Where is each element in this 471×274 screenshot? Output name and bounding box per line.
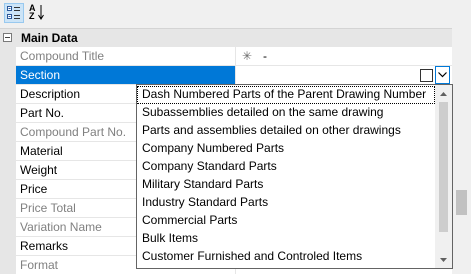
dropdown-button[interactable] [435,66,450,84]
collapse-icon[interactable] [3,33,12,42]
category-main-data[interactable]: Main Data [0,29,452,47]
chevron-up-icon [440,91,447,96]
dropdown-option[interactable]: Dash Numbered Parts of the Parent Drawin… [137,86,435,104]
scroll-down-arrow[interactable] [435,251,452,268]
sort-letter-z: Z [29,11,35,21]
scroll-up-arrow[interactable] [435,85,452,102]
dropdown-option[interactable]: Subassemblies detailed on the same drawi… [137,104,435,122]
chevron-down-icon [440,257,447,262]
dropdown-option[interactable]: Bulk Items [137,230,435,248]
dropdown-scrollbar[interactable] [435,85,452,268]
section-dropdown-list[interactable]: Dash Numbered Parts of the Parent Drawin… [136,84,453,269]
color-swatch [420,69,433,82]
chevron-down-icon [438,72,447,78]
alphabetical-sort-button[interactable]: A Z [27,3,47,23]
category-label: Main Data [21,31,78,45]
categorized-view-button[interactable] [4,3,24,23]
sort-alphabetical-icon: A Z [29,3,45,22]
property-row-compound-title[interactable]: Compound Title ✳ - [0,47,452,66]
dropdown-option[interactable]: Company Numbered Parts [137,140,435,158]
asterisk-icon: ✳ [242,49,253,63]
property-name: Compound Title [16,47,236,66]
property-value: ✳ - [236,47,452,66]
dropdown-option[interactable]: Military Standard Parts [137,176,435,194]
dropdown-option[interactable]: Industry Standard Parts [137,194,435,212]
grid-scrollbar[interactable] [452,28,471,274]
dropdown-option[interactable]: Parts and assemblies detailed on other d… [137,122,435,140]
grid-scrollbar-thumb[interactable] [456,190,467,215]
dropdown-option[interactable]: Customer Furnished and Controled Items [137,248,435,266]
dropdown-option[interactable]: Commercial Parts [137,212,435,230]
categorized-view-icon [7,6,21,20]
property-toolbar: A Z [0,0,471,28]
property-row-section[interactable]: Section [0,66,452,85]
property-name: Section [16,66,236,85]
property-value-text: - [263,49,267,63]
property-value[interactable] [236,66,452,85]
dropdown-option[interactable]: Company Standard Parts [137,158,435,176]
dropdown-scrollbar-thumb[interactable] [439,102,448,232]
